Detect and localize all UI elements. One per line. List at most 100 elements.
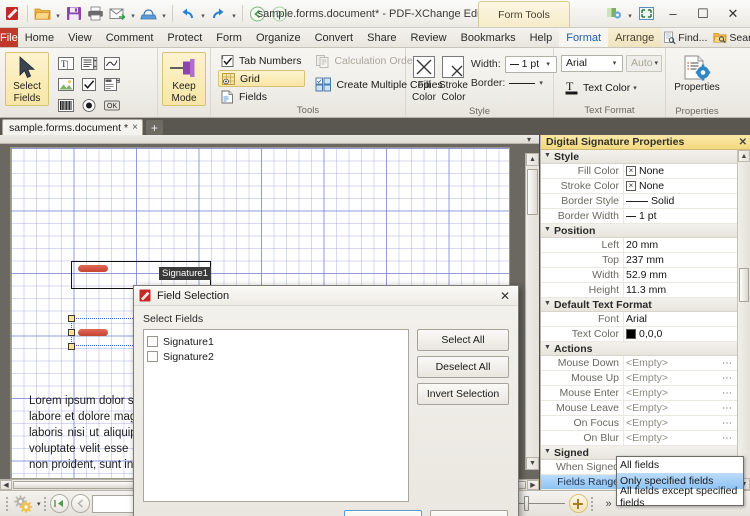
property-row-mouse-leave[interactable]: Mouse Leave <Empty> ⋯ [541,401,737,416]
property-row-left[interactable]: Left 20 mm [541,238,737,253]
customize-dropdown-arrow[interactable]: ▾ [626,3,634,24]
property-row-border-width[interactable]: Border Width 1 pt [541,209,737,224]
resize-handle-bottom-left[interactable] [68,343,75,350]
fields-button[interactable]: Fields [218,88,305,105]
property-value-mouse-down[interactable]: <Empty> ⋯ [623,356,737,370]
text-field-icon[interactable]: T| [55,53,77,73]
ellipsis-button-on-focus[interactable]: ⋯ [722,418,737,429]
tab-format[interactable]: Format [559,28,609,47]
search-button[interactable]: Search... [711,31,750,44]
expand-grip-handle[interactable] [590,495,595,513]
border-style-sample[interactable] [509,82,536,84]
pager-grip-handle[interactable] [43,495,48,513]
previous-page-button[interactable] [70,494,90,513]
property-group-default-text-format[interactable]: ▼ Default Text Format [541,298,737,312]
dropdown-option-all-fields-except[interactable]: All fields except specified fields [617,485,743,509]
toolbar-grip-handle[interactable] [4,495,9,513]
properties-button[interactable]: Properties [670,52,724,106]
property-value-mouse-enter[interactable]: <Empty> ⋯ [623,386,737,400]
fields-range-dropdown[interactable]: All fields Only specified fields All fie… [616,456,744,509]
field-checkbox-signature2[interactable] [147,351,158,362]
property-row-width[interactable]: Width 52.9 mm [541,268,737,283]
property-row-font[interactable]: Font Arial [541,312,737,327]
barcode-field-icon[interactable] [55,95,77,115]
maximize-button[interactable]: ☐ [688,1,718,27]
property-row-fill-color[interactable]: Fill Color × None [541,164,737,179]
property-row-text-color[interactable]: Text Color 0,0,0 [541,327,737,342]
property-group-actions[interactable]: ▼ Actions [541,342,737,356]
property-value-mouse-up[interactable]: <Empty> ⋯ [623,371,737,385]
status-settings-chevron-down-icon[interactable]: ▾ [37,500,41,508]
select-fields-button[interactable]: Select Fields [5,52,49,106]
invert-selection-button[interactable]: Invert Selection [417,383,509,405]
property-row-on-focus[interactable]: On Focus <Empty> ⋯ [541,416,737,431]
cancel-button[interactable]: Cancel [430,509,508,516]
print-icon[interactable] [85,3,106,24]
combo-box-icon[interactable] [101,74,123,94]
list-box-icon[interactable] [78,53,100,73]
field-checkbox-signature1[interactable] [147,336,158,347]
tab-review[interactable]: Review [403,28,453,47]
grid-button[interactable]: Grid [218,70,306,87]
find-button[interactable]: Find... [661,31,709,44]
tab-organize[interactable]: Organize [249,28,308,47]
viewer-options-chevron-down-icon[interactable]: ▾ [527,135,531,144]
new-tab-button[interactable]: + [145,120,163,135]
property-row-top[interactable]: Top 237 mm [541,253,737,268]
dropdown-option-all-fields[interactable]: All fields [617,457,743,473]
tab-numbers-button[interactable]: 3 Tab Numbers [218,52,305,69]
property-row-mouse-down[interactable]: Mouse Down <Empty> ⋯ [541,356,737,371]
tab-home[interactable]: Home [18,28,61,47]
viewer-vertical-scrollbar[interactable]: ▲ ▼ [525,153,539,470]
property-row-border-style[interactable]: Border Style Solid [541,194,737,209]
contextual-tab-form-tools[interactable]: Form Tools [478,1,570,27]
property-value-font[interactable]: Arial [623,312,737,326]
minimize-button[interactable]: – [658,1,688,27]
property-row-mouse-enter[interactable]: Mouse Enter <Empty> ⋯ [541,386,737,401]
property-value-on-focus[interactable]: <Empty> ⋯ [623,416,737,430]
scroll-left-arrow-icon[interactable]: ◀ [0,480,12,490]
stroke-color-button[interactable]: Stroke Color [439,52,468,106]
font-chevron-down-icon[interactable]: ▾ [608,56,621,71]
property-row-on-blur[interactable]: On Blur <Empty> ⋯ [541,431,737,446]
tab-help[interactable]: Help [523,28,560,47]
email-icon[interactable] [107,3,128,24]
property-value-top[interactable]: 237 mm [623,253,737,267]
border-style-chevron-down-icon[interactable]: ▾ [539,79,543,87]
chevron-down-icon[interactable]: ▾ [542,57,555,72]
properties-vertical-scrollbar[interactable]: ▲ ▼ [737,150,750,490]
properties-scroll-thumb[interactable] [739,268,749,302]
ellipsis-button-mouse-up[interactable]: ⋯ [722,373,737,384]
font-family-combo[interactable]: Arial ▾ [561,54,623,72]
tab-form[interactable]: Form [209,28,249,47]
properties-scroll-up-arrow-icon[interactable]: ▲ [738,150,750,162]
text-color-button[interactable]: T Text Color ▾ [561,78,640,97]
save-icon[interactable] [63,3,84,24]
list-item[interactable]: Signature2 [147,349,405,364]
tab-view[interactable]: View [61,28,99,47]
property-group-position[interactable]: ▼ Position [541,224,737,238]
field-selection-dialog[interactable]: Field Selection ✕ Select Fields Signatur… [133,285,519,516]
property-value-fill-color[interactable]: × None [623,164,737,178]
properties-panel-close-icon[interactable]: ✕ [739,137,747,148]
property-value-border-style[interactable]: Solid [623,194,737,208]
tab-protect[interactable]: Protect [160,28,209,47]
font-size-combo[interactable]: Auto ▾ [626,54,662,72]
tab-arrange[interactable]: Arrange [608,28,662,47]
deselect-all-button[interactable]: Deselect All [417,356,509,378]
zoom-slider-thumb[interactable] [523,496,529,511]
scroll-right-arrow-icon[interactable]: ▶ [527,480,539,490]
property-value-on-blur[interactable]: <Empty> ⋯ [623,431,737,445]
keep-mode-button[interactable]: Keep Mode [162,52,206,106]
fill-color-button[interactable]: Fill Color [412,52,436,106]
redo-icon[interactable] [208,3,229,24]
list-item[interactable]: Signature1 [147,334,405,349]
property-value-text-color[interactable]: 0,0,0 [623,327,737,341]
ok-button[interactable]: OK [344,509,422,516]
tab-bookmarks[interactable]: Bookmarks [454,28,523,47]
resize-handle-middle-left[interactable] [68,329,75,336]
property-row-mouse-up[interactable]: Mouse Up <Empty> ⋯ [541,371,737,386]
property-row-height[interactable]: Height 11.3 mm [541,283,737,298]
dialog-close-icon[interactable]: ✕ [494,287,516,305]
document-tab[interactable]: sample.forms.document * × [2,119,143,135]
